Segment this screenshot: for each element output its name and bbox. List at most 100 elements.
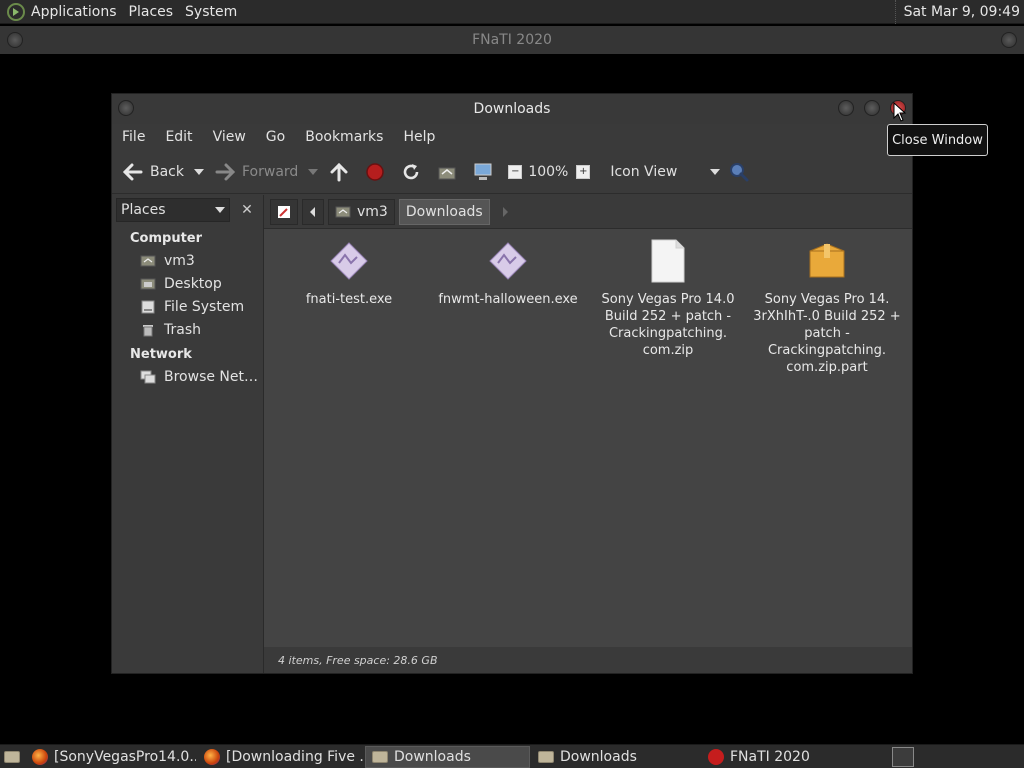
zoom-in-button[interactable]: + [576,156,602,188]
close-window-tooltip: Close Window [887,124,988,156]
file-name: Sony Vegas Pro 14. 3rXhIhT-.0 Build 252 … [753,292,901,375]
breadcrumb-label: vm3 [357,203,388,220]
zoom-in-icon: + [576,164,591,179]
taskbar: [SonyVegasPro14.0... [Downloading Five .… [0,744,1024,768]
file-name: fnwmt-halloween.exe [438,292,578,307]
package-icon [807,239,847,283]
file-manager-titlebar[interactable]: Downloads [112,94,912,124]
back-button[interactable]: Back [122,156,184,188]
show-desktop-button[interactable] [0,746,24,768]
blank-file-icon [648,239,688,283]
chevron-left-icon [310,206,315,217]
file-item[interactable]: Sony Vegas Pro 14. 3rXhIhT-.0 Build 252 … [752,239,902,376]
search-button[interactable] [728,156,756,188]
file-icon-view: fnati-test.exe fnwmt-halloween.exe Sony … [264,229,912,647]
minimize-icon[interactable] [838,100,854,116]
menu-view[interactable]: View [203,129,256,145]
taskbar-item-firefox-1[interactable]: [SonyVegasPro14.0... [26,746,196,768]
zoom-out-icon: − [508,164,523,179]
sidebar-item-trash[interactable]: Trash [112,318,263,341]
taskbar-item-firefox-2[interactable]: [Downloading Five ... [198,746,363,768]
app-icon [708,748,724,765]
view-mode-select[interactable]: Icon View [610,156,721,188]
sidebar-item-label: vm3 [164,252,195,269]
taskbar-item-downloads-active[interactable]: Downloads [365,745,530,768]
file-manager-window: Downloads File Edit View Go Bookmarks He… [111,93,913,674]
top-panel: Applications Places System Sat Mar 9, 09… [0,0,1024,24]
forward-button[interactable]: Forward [214,156,298,188]
trash-icon [140,323,156,337]
applications-menu[interactable]: Applications [25,4,123,20]
chevron-down-icon [710,168,721,175]
executable-icon [488,239,528,283]
file-name: Sony Vegas Pro 14.0 Build 252 + patch - … [601,292,735,358]
sidebar-places-select[interactable]: Places [116,198,230,222]
file-item[interactable]: fnati-test.exe [274,239,424,308]
file-name: fnati-test.exe [305,292,393,307]
home-folder-icon [436,161,458,183]
sidebar-header: Places ✕ [112,195,263,225]
taskbar-item-fnati[interactable]: FNaTI 2020 [702,746,882,768]
file-manager-body: Places ✕ Computer vm3 Desktop File Syste… [112,195,912,673]
edit-location-button[interactable] [270,198,298,225]
breadcrumb: vm3 Downloads [264,195,912,229]
sidebar-item-label: Desktop [164,275,222,292]
forward-history-dropdown[interactable] [308,168,319,175]
system-menu[interactable]: System [179,4,243,20]
up-button[interactable] [328,156,356,188]
sidebar-item-browse-network[interactable]: Browse Net… [112,365,263,388]
back-history-dropdown[interactable] [194,168,204,175]
home-folder-icon [140,254,156,268]
taskbar-item-label: Downloads [560,748,637,765]
status-bar: 4 items, Free space: 28.6 GB [264,647,912,673]
file-item[interactable]: Sony Vegas Pro 14.0 Build 252 + patch - … [593,239,743,359]
menu-help[interactable]: Help [393,129,445,145]
sidebar-item-label: Trash [164,321,201,338]
home-button[interactable] [436,156,464,188]
zoom-out-button[interactable]: − 100% [508,156,568,188]
reload-button[interactable] [400,156,428,188]
workspace-switcher[interactable] [892,746,914,767]
sidebar-item-file-system[interactable]: File System [112,295,263,318]
background-window-titlebar[interactable]: FNaTI 2020 [0,26,1024,54]
places-menu[interactable]: Places [123,4,180,20]
top-menu: Applications Places System [25,0,243,24]
chevron-right-icon [502,206,508,217]
content-pane: vm3 Downloads fnati-test.exe fnwmt-hallo… [264,195,912,673]
breadcrumb-right-button[interactable] [494,199,516,225]
sidebar-section-network: Network [130,347,192,362]
clock[interactable]: Sat Mar 9, 09:49 [894,0,1020,24]
sidebar-item-desktop[interactable]: Desktop [112,272,263,295]
network-icon [140,370,156,384]
breadcrumb-downloads[interactable]: Downloads [398,198,490,225]
maximize-icon[interactable] [864,100,880,116]
menu-file[interactable]: File [112,129,155,145]
mouse-cursor-icon [893,102,907,122]
executable-icon [329,239,369,283]
window-menu-icon[interactable] [118,100,134,116]
status-text: 4 items, Free space: 28.6 GB [278,653,438,667]
menu-edit[interactable]: Edit [155,129,202,145]
window-menu-icon[interactable] [7,32,23,48]
sidebar-item-label: File System [164,298,245,315]
edit-location-icon [278,205,290,218]
sidebar-close-button[interactable]: ✕ [236,199,258,221]
taskbar-item-downloads[interactable]: Downloads [532,746,700,768]
sidebar-select-label: Places [121,202,166,218]
window-close-icon[interactable] [1001,32,1017,48]
menu-go[interactable]: Go [256,129,295,145]
firefox-icon [204,748,220,765]
distro-logo-icon[interactable] [7,2,25,21]
stop-icon [364,161,386,183]
breadcrumb-vm3[interactable]: vm3 [328,198,395,225]
stop-button[interactable] [364,156,392,188]
breadcrumb-label: Downloads [405,203,483,220]
file-item[interactable]: fnwmt-halloween.exe [433,239,583,308]
computer-button[interactable] [472,156,500,188]
toolbar: Back Forward − 100% + Icon View [112,150,912,194]
back-label: Back [150,163,184,180]
up-arrow-icon [328,161,350,183]
menu-bookmarks[interactable]: Bookmarks [295,129,393,145]
sidebar-item-vm3[interactable]: vm3 [112,249,263,272]
breadcrumb-left-button[interactable] [302,198,324,225]
